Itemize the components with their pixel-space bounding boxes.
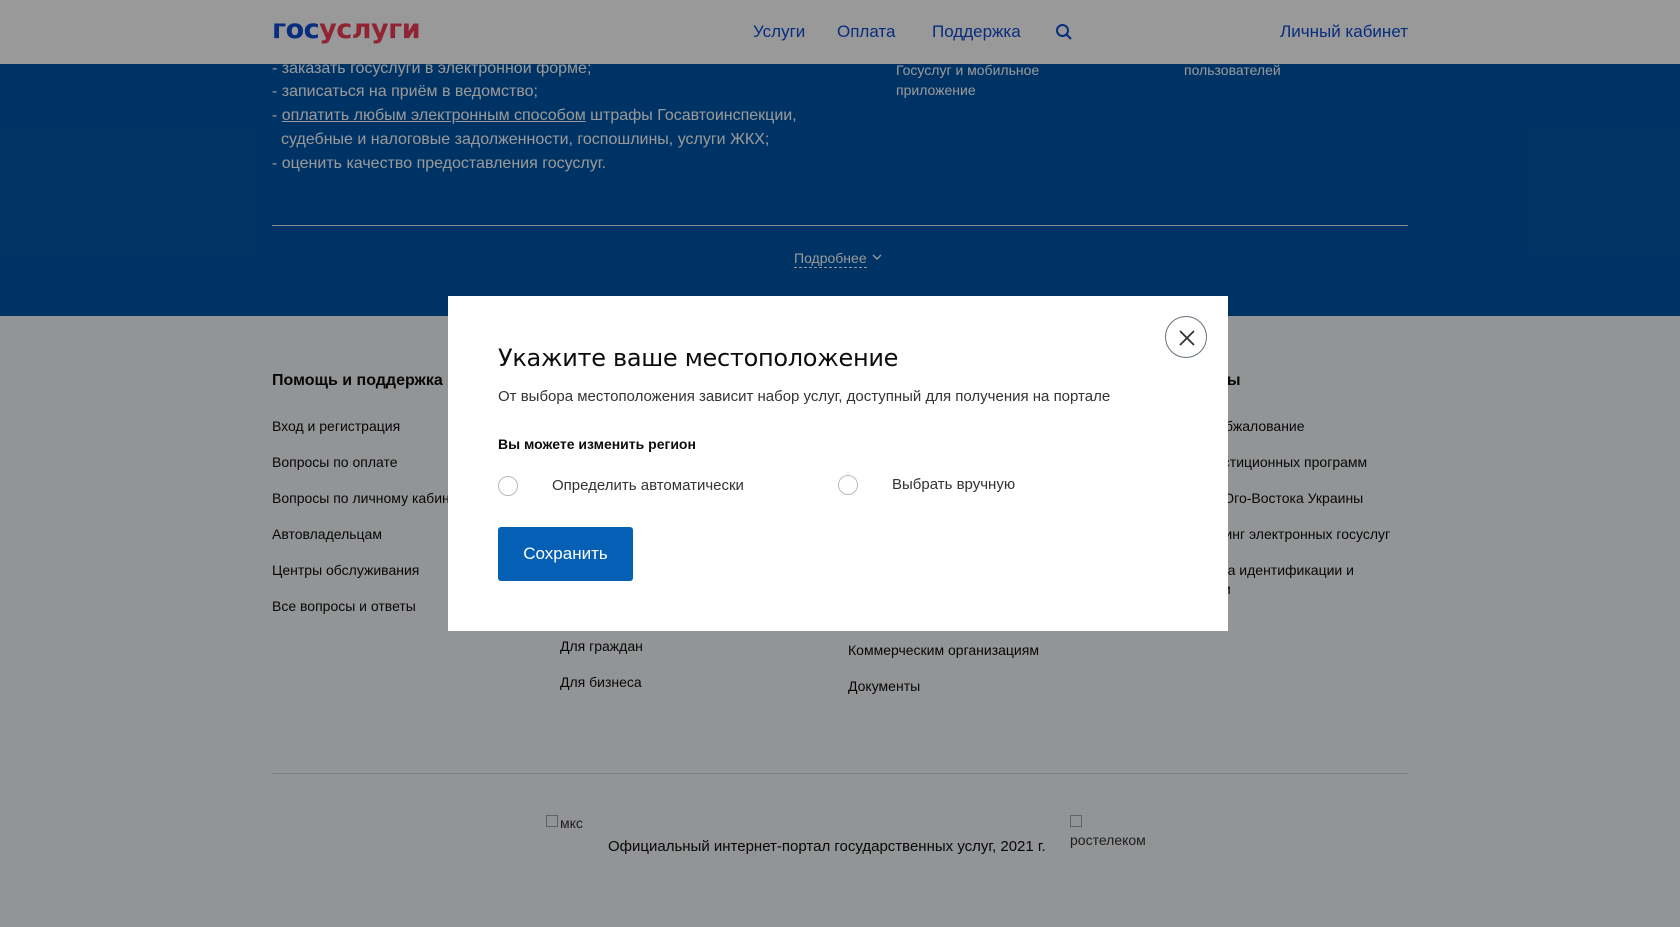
save-button[interactable]: Сохранить — [498, 527, 633, 581]
location-modal: Укажите ваше местоположение От выбора ме… — [448, 296, 1228, 631]
radio-auto[interactable] — [498, 476, 518, 496]
close-icon — [1179, 330, 1195, 346]
radio-auto-label[interactable]: Определить автоматически — [552, 477, 744, 494]
radio-manual-label[interactable]: Выбрать вручную — [892, 476, 1015, 493]
radio-manual[interactable] — [838, 475, 858, 495]
modal-title: Укажите ваше местоположение — [498, 344, 899, 372]
modal-description: От выбора местоположения зависит набор у… — [498, 388, 1111, 405]
close-button[interactable] — [1165, 316, 1207, 358]
modal-subtitle: Вы можете изменить регион — [498, 436, 696, 452]
